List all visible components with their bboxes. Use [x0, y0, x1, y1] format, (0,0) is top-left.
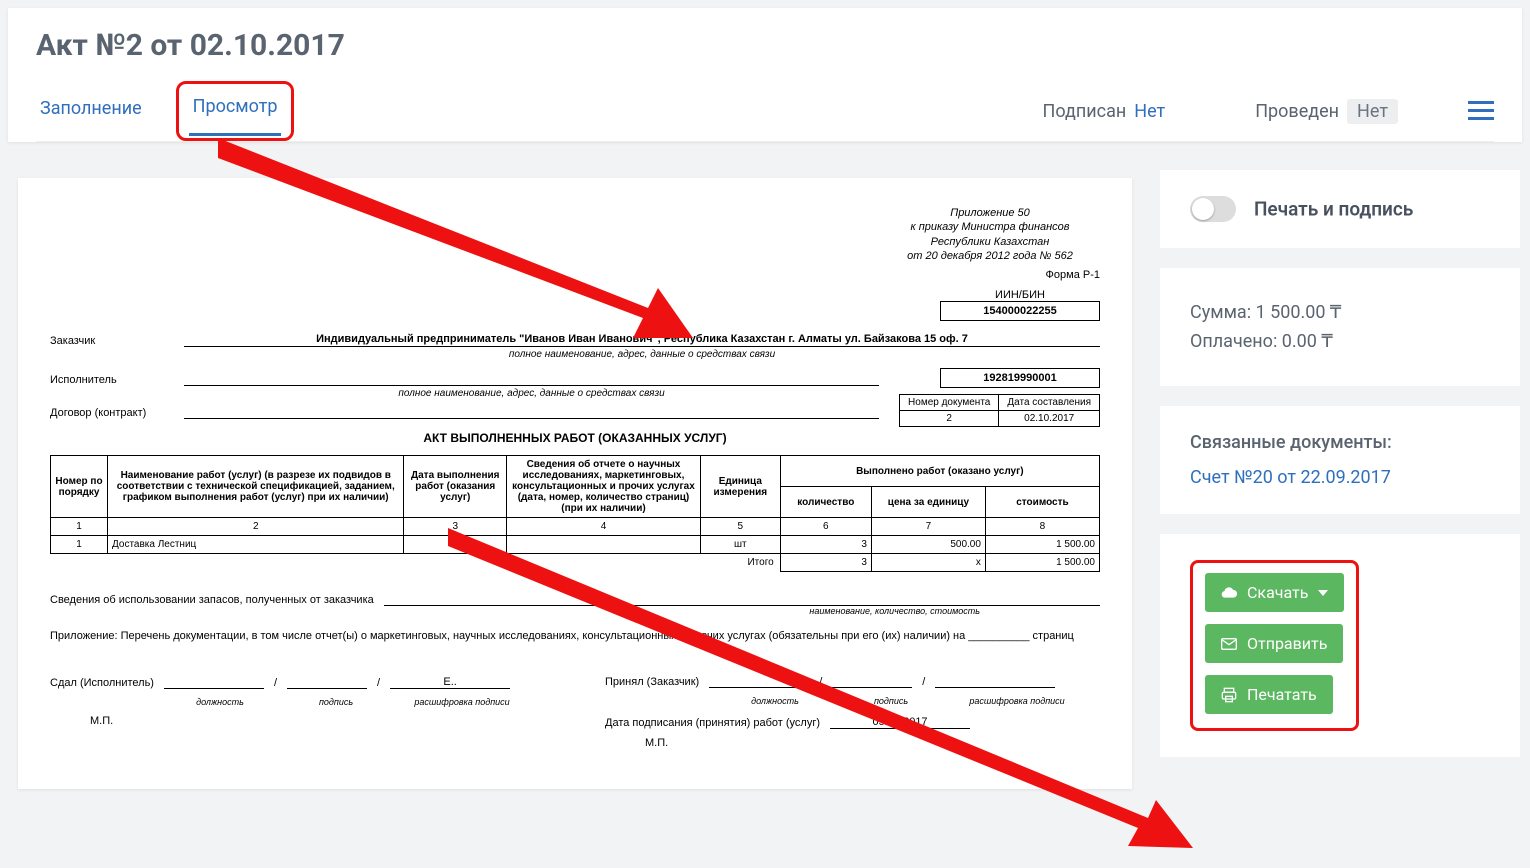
page-title: Акт №2 от 02.10.2017	[36, 28, 1494, 63]
customer-label: Заказчик	[50, 335, 170, 347]
customer-value: Индивидуальный предприниматель "Иванов И…	[184, 333, 1100, 347]
iin-label: ИИН/БИН	[940, 289, 1100, 301]
form-code: Форма Р-1	[880, 269, 1100, 281]
print-icon	[1221, 687, 1237, 703]
iin-customer: 154000022255	[940, 301, 1100, 321]
iin-executor: 192819990001	[940, 368, 1100, 388]
mail-icon	[1221, 638, 1237, 650]
download-button[interactable]: Скачать	[1205, 573, 1344, 612]
paid-line: Оплачено: 0.00 ₸	[1190, 331, 1490, 352]
works-table: Номер по порядку Наименование работ (усл…	[50, 455, 1100, 572]
status-posted: ПроведенНет	[1255, 101, 1398, 122]
menu-icon[interactable]	[1468, 101, 1494, 121]
print-button[interactable]: Печатать	[1205, 675, 1333, 714]
tab-fill[interactable]: Заполнение	[36, 88, 146, 135]
caret-down-icon	[1318, 590, 1328, 596]
related-docs-title: Связанные документы:	[1190, 432, 1490, 453]
stock-info-label: Сведения об использовании запасов, получ…	[50, 594, 374, 606]
print-sign-label: Печать и подпись	[1254, 198, 1413, 221]
doc-number-date: Номер документаДата составления 202.10.2…	[899, 394, 1100, 427]
status-signed: ПодписанНет	[1043, 101, 1166, 122]
appendix-text: Приложение 50 к приказу Министра финансо…	[880, 206, 1100, 263]
print-sign-toggle[interactable]	[1190, 196, 1236, 222]
executor-label: Исполнитель	[50, 374, 170, 386]
sum-line: Сумма: 1 500.00 ₸	[1190, 302, 1490, 323]
tab-view[interactable]: Просмотр	[189, 86, 282, 136]
table-row: 1 Доставка Лестниц шт 3 500.00 1 500.00	[51, 536, 1100, 554]
document-preview: Приложение 50 к приказу Министра финансо…	[18, 178, 1132, 789]
attachment-text: Приложение: Перечень документации, в том…	[50, 630, 1100, 642]
cloud-download-icon	[1221, 585, 1237, 601]
contract-label: Договор (контракт)	[50, 407, 170, 419]
send-button[interactable]: Отправить	[1205, 624, 1343, 663]
act-title: АКТ ВЫПОЛНЕННЫХ РАБОТ (ОКАЗАННЫХ УСЛУГ)	[50, 431, 1100, 445]
related-doc-link[interactable]: Счет №20 от 22.09.2017	[1190, 467, 1490, 488]
executor-value	[184, 384, 879, 386]
